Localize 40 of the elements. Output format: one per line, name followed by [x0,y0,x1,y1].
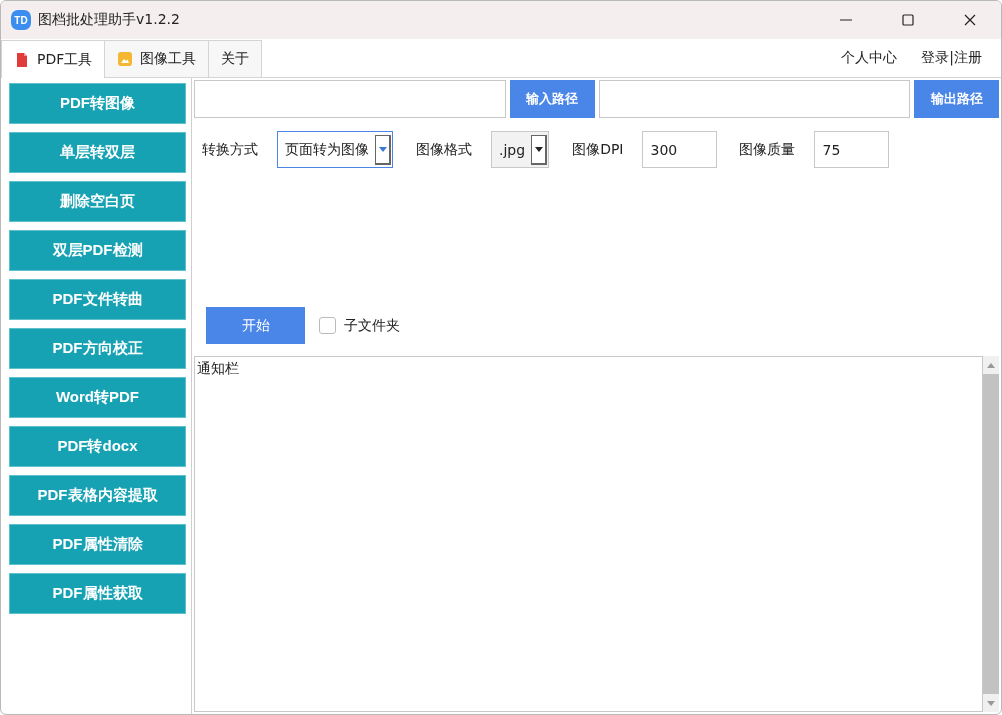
tab[interactable]: 图像工具 [104,40,210,77]
dropdown[interactable]: .jpg [491,131,550,168]
notification-area: 通知栏 [194,356,983,712]
scroll-down-icon[interactable] [987,700,995,706]
sidebar-button[interactable]: PDF方向校正 [9,328,186,369]
checkbox[interactable] [319,317,336,334]
option-label: 图像DPI [572,140,624,159]
pdf-file-icon [14,51,30,68]
image-icon [117,51,134,67]
sidebar-button[interactable]: 双层PDF检测 [9,230,186,271]
app-logo: TD [11,10,31,30]
tab[interactable]: PDF工具 [1,40,106,78]
sidebar-button[interactable]: PDF属性清除 [9,524,186,565]
start-button[interactable]: 开始 [206,307,305,344]
sidebar-button[interactable]: PDF属性获取 [9,573,186,614]
sidebar-button[interactable]: Word转PDF [9,377,186,418]
tab[interactable]: 关于 [208,40,263,77]
sidebar-button[interactable]: PDF表格内容提取 [9,475,186,516]
account-link[interactable]: 登录|注册 [921,49,982,67]
path-button[interactable]: 输出路径 [914,80,999,118]
path-field[interactable] [598,80,910,118]
dropdown[interactable]: 页面转为图像 [277,131,393,168]
scroll-up-icon[interactable] [987,362,995,368]
option-label: 图像格式 [416,140,472,159]
path-button[interactable]: 输入路径 [509,80,595,118]
checkbox-label: 子文件夹 [344,316,400,335]
input-field[interactable]: 75 [814,131,890,168]
input-field[interactable]: 300 [642,131,718,168]
sidebar-button[interactable]: PDF转docx [9,426,186,467]
option-label: 转换方式 [202,140,258,159]
scrollbar[interactable] [983,356,999,712]
path-field[interactable] [194,80,506,118]
sidebar-button[interactable]: PDF文件转曲 [9,279,186,320]
option-label: 图像质量 [739,140,796,159]
sidebar-button[interactable]: 单层转双层 [9,132,186,173]
sidebar-button[interactable]: PDF转图像 [9,83,186,124]
sidebar-button[interactable]: 删除空白页 [9,181,186,222]
window-title: 图档批处理助手v1.2.2 [38,11,180,29]
account-link[interactable]: 个人中心 [841,49,898,67]
caret-icon[interactable] [534,146,543,152]
